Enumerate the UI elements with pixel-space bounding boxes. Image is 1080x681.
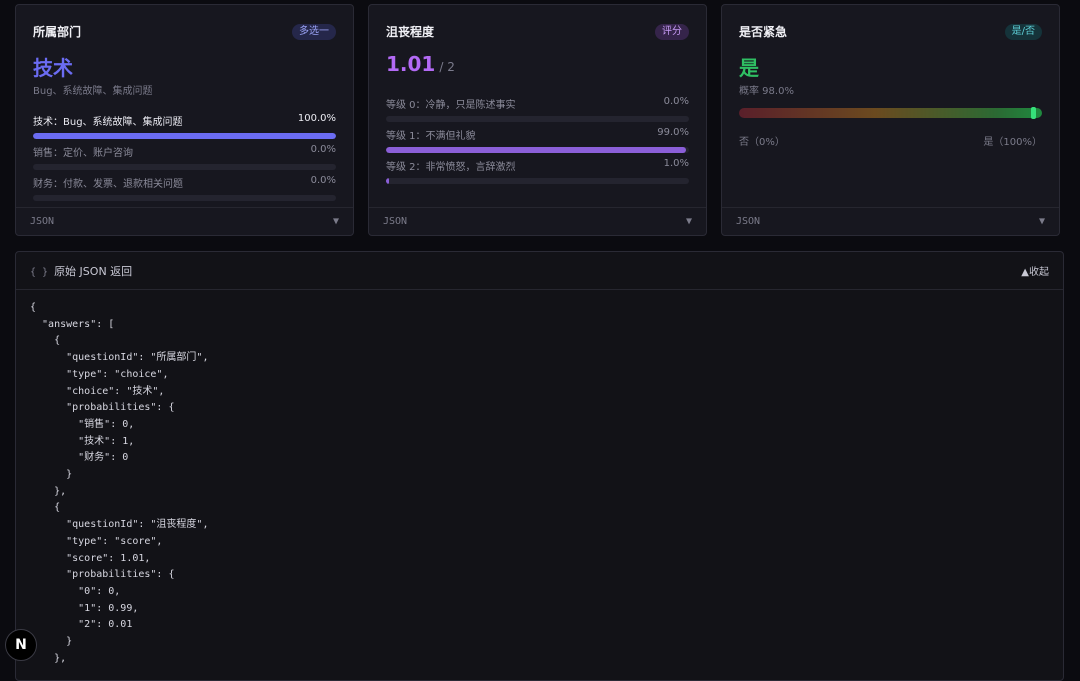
answer-value: 是 bbox=[739, 56, 759, 80]
probability-gradient-bar bbox=[739, 107, 1042, 119]
json-toggle-label: JSON bbox=[383, 216, 408, 227]
option-label: 等级 0：冷静，只是陈述事实 bbox=[386, 100, 516, 111]
probability-bar bbox=[386, 178, 689, 184]
option-label: 财务：付款、发票、退款相关问题 bbox=[33, 179, 183, 190]
json-toggle-label: JSON bbox=[30, 216, 55, 227]
chevron-down-icon: ▼ bbox=[1038, 216, 1045, 227]
type-badge: 评分 bbox=[655, 23, 689, 40]
probability-fill bbox=[386, 147, 686, 153]
option-percent: 100.0% bbox=[297, 113, 336, 124]
scale-right-label: 是（100%） bbox=[983, 137, 1042, 148]
answer-value: 技术 bbox=[33, 56, 73, 80]
option-row: 技术：Bug、系统故障、集成问题 100.0% bbox=[33, 113, 336, 139]
json-toggle[interactable]: JSON ▼ bbox=[369, 207, 706, 235]
option-percent: 99.0% bbox=[657, 127, 689, 138]
card-header: 所属部门 多选一 bbox=[33, 23, 336, 40]
answer-value: 1.01/ 2 bbox=[386, 52, 455, 76]
probability-fill bbox=[33, 133, 336, 139]
option-percent: 0.0% bbox=[310, 175, 336, 186]
chevron-down-icon: ▼ bbox=[332, 216, 339, 227]
raw-json-title-text: 原始 JSON 返回 bbox=[54, 264, 133, 278]
card-header: 沮丧程度 评分 bbox=[386, 23, 689, 40]
probability-marker bbox=[1030, 107, 1036, 119]
option-percent: 0.0% bbox=[310, 144, 336, 155]
raw-json-panel: { } 原始 JSON 返回 ▲收起 { "answers": [ { "ques… bbox=[15, 251, 1064, 681]
department-card: 所属部门 多选一 技术 Bug、系统故障、集成问题 技术：Bug、系统故障、集成… bbox=[15, 4, 354, 236]
probability-bar bbox=[386, 147, 689, 153]
collapse-button[interactable]: ▲收起 bbox=[1021, 263, 1049, 278]
type-badge: 多选一 bbox=[292, 23, 336, 40]
option-row: 财务：付款、发票、退款相关问题 0.0% bbox=[33, 175, 336, 201]
option-row: 等级 1：不满但礼貌 99.0% bbox=[386, 127, 689, 153]
card-title: 是否紧急 bbox=[739, 25, 788, 39]
cards-row: 所属部门 多选一 技术 Bug、系统故障、集成问题 技术：Bug、系统故障、集成… bbox=[15, 4, 1060, 236]
probability-bar bbox=[33, 164, 336, 170]
option-label: 等级 2：非常愤怒，言辞激烈 bbox=[386, 162, 516, 173]
raw-json-code: { "answers": [ { "questionId": "所属部门", "… bbox=[30, 302, 209, 664]
json-toggle-label: JSON bbox=[736, 216, 761, 227]
probability-bar bbox=[33, 133, 336, 139]
raw-json-header: { } 原始 JSON 返回 ▲收起 bbox=[16, 252, 1063, 290]
probability-scale: 否（0%） 是（100%） bbox=[739, 133, 1042, 148]
option-row: 等级 2：非常愤怒，言辞激烈 1.0% bbox=[386, 158, 689, 184]
braces-icon: { } bbox=[30, 266, 49, 278]
type-badge: 是/否 bbox=[1004, 23, 1042, 40]
card-title: 所属部门 bbox=[33, 25, 82, 39]
card-title: 沮丧程度 bbox=[386, 25, 435, 39]
score-value: 1.01 bbox=[386, 52, 436, 76]
json-toggle[interactable]: JSON ▼ bbox=[16, 207, 353, 235]
probability-bar bbox=[33, 195, 336, 201]
option-row: 等级 0：冷静，只是陈述事实 0.0% bbox=[386, 96, 689, 122]
scale-left-label: 否（0%） bbox=[739, 137, 785, 148]
urgency-card: 是否紧急 是/否 是 概率 98.0% 否（0%） 是（100%） JSON ▼ bbox=[721, 4, 1060, 236]
option-label: 等级 1：不满但礼貌 bbox=[386, 131, 476, 142]
probability-text: 概率 98.0% bbox=[739, 86, 794, 97]
option-label: 技术：Bug、系统故障、集成问题 bbox=[33, 117, 183, 128]
nextjs-dev-badge[interactable]: N bbox=[5, 629, 37, 661]
probability-bar bbox=[386, 116, 689, 122]
option-row: 销售：定价、账户咨询 0.0% bbox=[33, 144, 336, 170]
raw-json-title: { } 原始 JSON 返回 bbox=[30, 263, 132, 279]
probability-fill bbox=[386, 178, 390, 184]
card-header: 是否紧急 是/否 bbox=[739, 23, 1042, 40]
score-max: / 2 bbox=[439, 60, 455, 74]
frustration-card: 沮丧程度 评分 1.01/ 2 等级 0：冷静，只是陈述事实 0.0% 等级 1：… bbox=[368, 4, 707, 236]
chevron-down-icon: ▼ bbox=[685, 216, 692, 227]
json-toggle[interactable]: JSON ▼ bbox=[722, 207, 1059, 235]
answer-description: Bug、系统故障、集成问题 bbox=[33, 86, 153, 97]
option-label: 销售：定价、账户咨询 bbox=[33, 148, 133, 159]
option-percent: 0.0% bbox=[663, 96, 689, 107]
option-percent: 1.0% bbox=[663, 158, 689, 169]
